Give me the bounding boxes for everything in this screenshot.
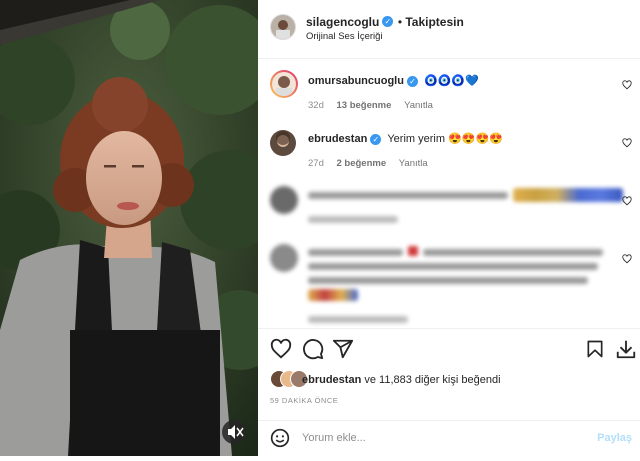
likes-count-text[interactable]: ve 11,883 diğer kişi beğendi [361,374,500,386]
heart-icon[interactable] [622,196,632,206]
verified-badge-icon: ✓ [382,16,394,28]
bookmark-icon[interactable] [585,338,605,360]
download-icon[interactable] [615,338,637,360]
comments-list: omursabuncuoglu ✓ 🧿🧿🧿💙 32d 13 beğenme Yan… [258,58,640,328]
commenter-avatar[interactable] [270,70,298,98]
heart-icon[interactable] [622,138,632,148]
heart-icon[interactable] [270,338,292,360]
liker-username[interactable]: ebrudestan [302,374,361,386]
commenter-avatar[interactable] [270,130,296,156]
commenter-avatar [270,244,298,272]
audio-label[interactable]: Orijinal Ses İçeriği [306,31,383,42]
likes-summary: ebrudestan ve 11,883 diğer kişi beğendi [302,374,501,386]
blurred-text [308,246,618,326]
comment-text: Yerim yerim 😍😍😍😍 [387,133,503,145]
mute-icon[interactable] [222,420,246,444]
commenter-username[interactable]: omursabuncuoglu [308,75,404,87]
author-avatar[interactable] [270,14,296,40]
comment-input[interactable]: Yorum ekle... [302,432,366,444]
verified-badge-icon: ✓ [406,75,418,87]
reply-button[interactable]: Yanıtla [399,158,428,169]
comment-likes[interactable]: 13 beğenme [337,100,392,111]
verified-badge-icon: ✓ [370,133,382,145]
reply-button[interactable]: Yanıtla [404,100,433,111]
heart-icon[interactable] [622,80,632,90]
video-frame [0,0,258,456]
comment-age: 27d [308,158,324,169]
heart-icon[interactable] [622,254,632,264]
author-username[interactable]: silagencoglu [306,15,379,29]
post-timestamp[interactable]: 59 DAKİKA ÖNCE [270,396,338,405]
follow-status-button[interactable]: Takiptesin [405,15,463,29]
post-header: silagencoglu ✓ • Takiptesin Orijinal Ses … [258,0,640,59]
share-icon[interactable] [332,338,354,360]
blurred-text [308,188,628,228]
comment-likes[interactable]: 2 beğenme [337,158,387,169]
commenter-avatar [270,186,298,214]
comment-icon[interactable] [302,338,324,360]
commenter-username[interactable]: ebrudestan [308,133,367,145]
comment-text: 🧿🧿🧿💙 [424,75,479,87]
comment-age: 32d [308,100,324,111]
post-media[interactable] [0,0,258,456]
post-panel: silagencoglu ✓ • Takiptesin Orijinal Ses … [258,0,640,456]
emoji-icon[interactable] [270,428,290,448]
post-comment-button[interactable]: Paylaş [597,432,632,444]
likers-avatars[interactable] [270,370,308,388]
